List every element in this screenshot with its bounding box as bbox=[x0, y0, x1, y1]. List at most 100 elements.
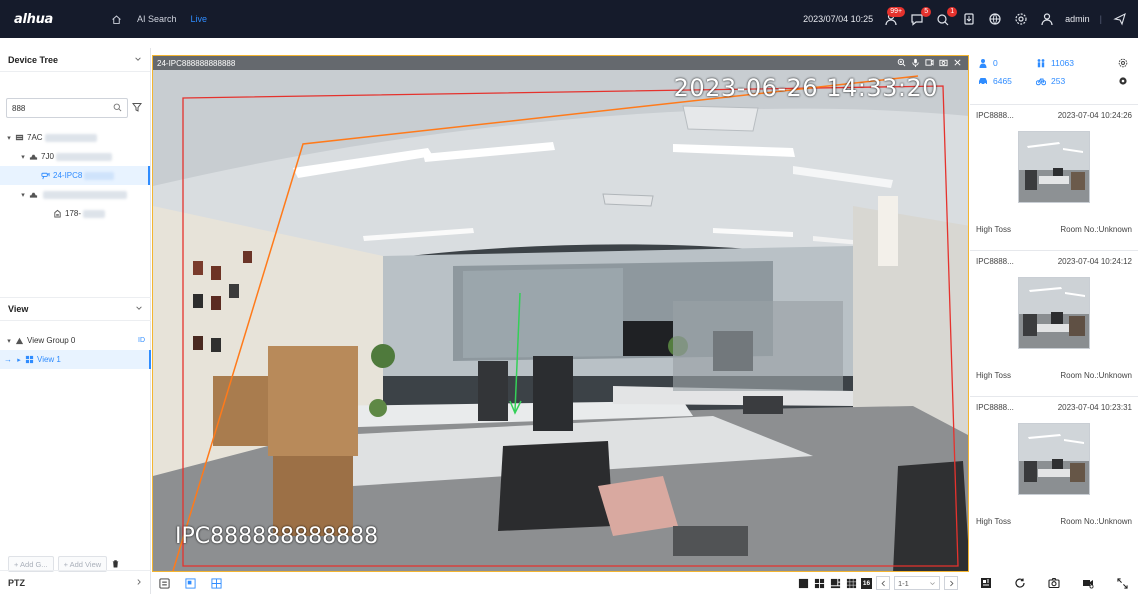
layout-9-icon[interactable] bbox=[845, 577, 857, 589]
preview-icon[interactable] bbox=[158, 577, 170, 589]
view-header[interactable]: View bbox=[0, 297, 151, 321]
camera-snapshot-icon[interactable] bbox=[1048, 577, 1060, 589]
event-card[interactable]: IPC8888... 2023-07-04 10:24:12 High Toss… bbox=[970, 250, 1138, 396]
masked-text bbox=[43, 190, 127, 199]
server-icon bbox=[14, 133, 24, 143]
device-tree-title: Device Tree bbox=[8, 54, 59, 65]
event-type: High Toss bbox=[976, 371, 1011, 380]
layout-6-icon[interactable] bbox=[829, 577, 841, 589]
top-bar: alhua AI Search Live 2023/07/04 10:25 99… bbox=[0, 0, 1138, 38]
event-card[interactable]: IPC8888... 2023-07-04 10:23:31 High Toss… bbox=[970, 396, 1138, 542]
event-type: High Toss bbox=[976, 517, 1011, 526]
device-search-input[interactable]: 888 bbox=[6, 98, 128, 118]
video-settings-icon[interactable] bbox=[1082, 577, 1094, 589]
tree-node-camera-selected[interactable]: 24-IPC8 bbox=[0, 166, 150, 185]
tree-node-nvr[interactable]: ▾ 7J0 bbox=[0, 147, 150, 166]
split-grid-icon[interactable] bbox=[210, 577, 222, 589]
caret-right-icon[interactable]: ▸ bbox=[14, 356, 24, 364]
username-label[interactable]: admin bbox=[1065, 14, 1090, 24]
tree-node-root[interactable]: ▾ 7AC bbox=[0, 128, 150, 147]
ptz-header[interactable]: PTZ bbox=[0, 570, 151, 594]
close-icon[interactable] bbox=[953, 58, 962, 69]
page-select[interactable]: 1-1 bbox=[894, 576, 940, 590]
layout-4-icon[interactable] bbox=[813, 577, 825, 589]
send-icon[interactable] bbox=[1112, 11, 1128, 27]
people-count-value: 11063 bbox=[1051, 58, 1075, 68]
stats-settings-icon[interactable] bbox=[1094, 58, 1134, 68]
caret-down-icon[interactable]: ▾ bbox=[4, 337, 14, 345]
snapshot-icon[interactable] bbox=[939, 58, 948, 69]
refresh-icon[interactable] bbox=[1014, 577, 1026, 589]
chevron-right-icon[interactable] bbox=[135, 578, 143, 588]
chevron-down-icon[interactable] bbox=[135, 304, 143, 314]
statistics-grid: 0 11063 6465 253 bbox=[970, 48, 1138, 86]
download-icon[interactable] bbox=[961, 11, 977, 27]
person-count[interactable]: 0 bbox=[978, 58, 1036, 68]
home-icon[interactable] bbox=[109, 12, 123, 26]
event-thumbnail[interactable] bbox=[1018, 423, 1090, 495]
top-right-toolbar: 2023/07/04 10:25 99+ 5 1 admin | bbox=[803, 7, 1128, 27]
event-source: IPC8888... bbox=[976, 110, 1014, 120]
tree-node-camera[interactable]: 178- bbox=[0, 204, 150, 223]
microphone-icon[interactable] bbox=[911, 58, 920, 69]
people-count[interactable]: 11063 bbox=[1036, 58, 1094, 68]
layout-1-icon[interactable] bbox=[797, 577, 809, 589]
live-video-window[interactable]: 24-IPC888888888888 2023-06-26 14:33:20 I… bbox=[152, 55, 969, 572]
event-thumbnail[interactable] bbox=[1018, 131, 1090, 203]
event-card-footer: High Toss Room No.:Unknown bbox=[976, 517, 1132, 526]
page-select-value: 1-1 bbox=[898, 578, 909, 588]
chevron-down-icon[interactable] bbox=[134, 55, 142, 65]
tree-node-label: 178- bbox=[65, 209, 82, 218]
event-icon[interactable]: 1 bbox=[935, 7, 958, 27]
filter-icon[interactable] bbox=[132, 102, 142, 114]
zoom-icon[interactable] bbox=[897, 58, 906, 69]
trash-icon[interactable] bbox=[111, 559, 120, 570]
id-icon[interactable]: ID bbox=[138, 337, 145, 344]
bike-count[interactable]: 253 bbox=[1036, 76, 1094, 86]
car-count[interactable]: 6465 bbox=[978, 76, 1036, 86]
event-room: Room No.:Unknown bbox=[1060, 225, 1132, 234]
globe-icon[interactable] bbox=[987, 11, 1003, 27]
window-info-icon[interactable] bbox=[980, 577, 992, 589]
fullscreen-icon[interactable] bbox=[1116, 577, 1128, 589]
masked-text bbox=[84, 171, 115, 180]
event-time: 2023-07-04 10:24:12 bbox=[1057, 256, 1132, 266]
user-icon[interactable] bbox=[1039, 11, 1055, 27]
event-card[interactable]: IPC8888... 2023-07-04 10:24:26 High Toss… bbox=[970, 104, 1138, 250]
alarm-person-icon[interactable]: 99+ bbox=[883, 7, 906, 27]
caret-down-icon[interactable]: ▾ bbox=[18, 153, 28, 161]
event-thumbnail[interactable] bbox=[1018, 277, 1090, 349]
event-list: IPC8888... 2023-07-04 10:24:26 High Toss… bbox=[970, 104, 1138, 542]
view-row-selected[interactable]: → ▸ View 1 bbox=[0, 350, 151, 369]
device-tree-header[interactable]: Device Tree bbox=[0, 48, 150, 72]
window-layout-icon[interactable] bbox=[184, 577, 196, 589]
recorder-icon bbox=[28, 190, 38, 200]
nav-ai-search[interactable]: AI Search bbox=[137, 14, 177, 24]
snapshot-image bbox=[1019, 278, 1089, 348]
snapshot-image bbox=[1019, 424, 1089, 494]
search-icon[interactable] bbox=[113, 103, 122, 114]
caret-down-icon[interactable]: ▾ bbox=[18, 191, 28, 199]
osd-channel-name: IPC888888888888 bbox=[175, 524, 379, 549]
record-icon[interactable] bbox=[925, 58, 934, 69]
settings-icon[interactable] bbox=[1013, 11, 1029, 27]
view-section: View bbox=[0, 297, 151, 321]
person-icon bbox=[979, 59, 987, 68]
event-badge: 1 bbox=[947, 7, 958, 17]
camera-icon bbox=[40, 171, 50, 181]
event-time: 2023-07-04 10:23:31 bbox=[1057, 402, 1132, 412]
snapshot-image bbox=[1019, 132, 1089, 202]
tree-node-nvr[interactable]: ▾ bbox=[0, 185, 150, 204]
prev-page-button[interactable] bbox=[876, 576, 890, 590]
car-count-value: 6465 bbox=[993, 76, 1012, 86]
layout-16-icon[interactable]: 16 bbox=[861, 577, 872, 589]
masked-text bbox=[44, 133, 97, 142]
message-icon[interactable]: 5 bbox=[909, 7, 932, 27]
next-page-button[interactable] bbox=[944, 576, 958, 590]
view-group-row[interactable]: ▾ View Group 0 ID bbox=[0, 331, 151, 350]
nav-live[interactable]: Live bbox=[191, 14, 208, 24]
event-room: Room No.:Unknown bbox=[1060, 371, 1132, 380]
caret-down-icon[interactable]: ▾ bbox=[4, 134, 14, 142]
search-target-icon[interactable] bbox=[1094, 76, 1134, 86]
view-group-label: View Group 0 bbox=[27, 336, 76, 345]
